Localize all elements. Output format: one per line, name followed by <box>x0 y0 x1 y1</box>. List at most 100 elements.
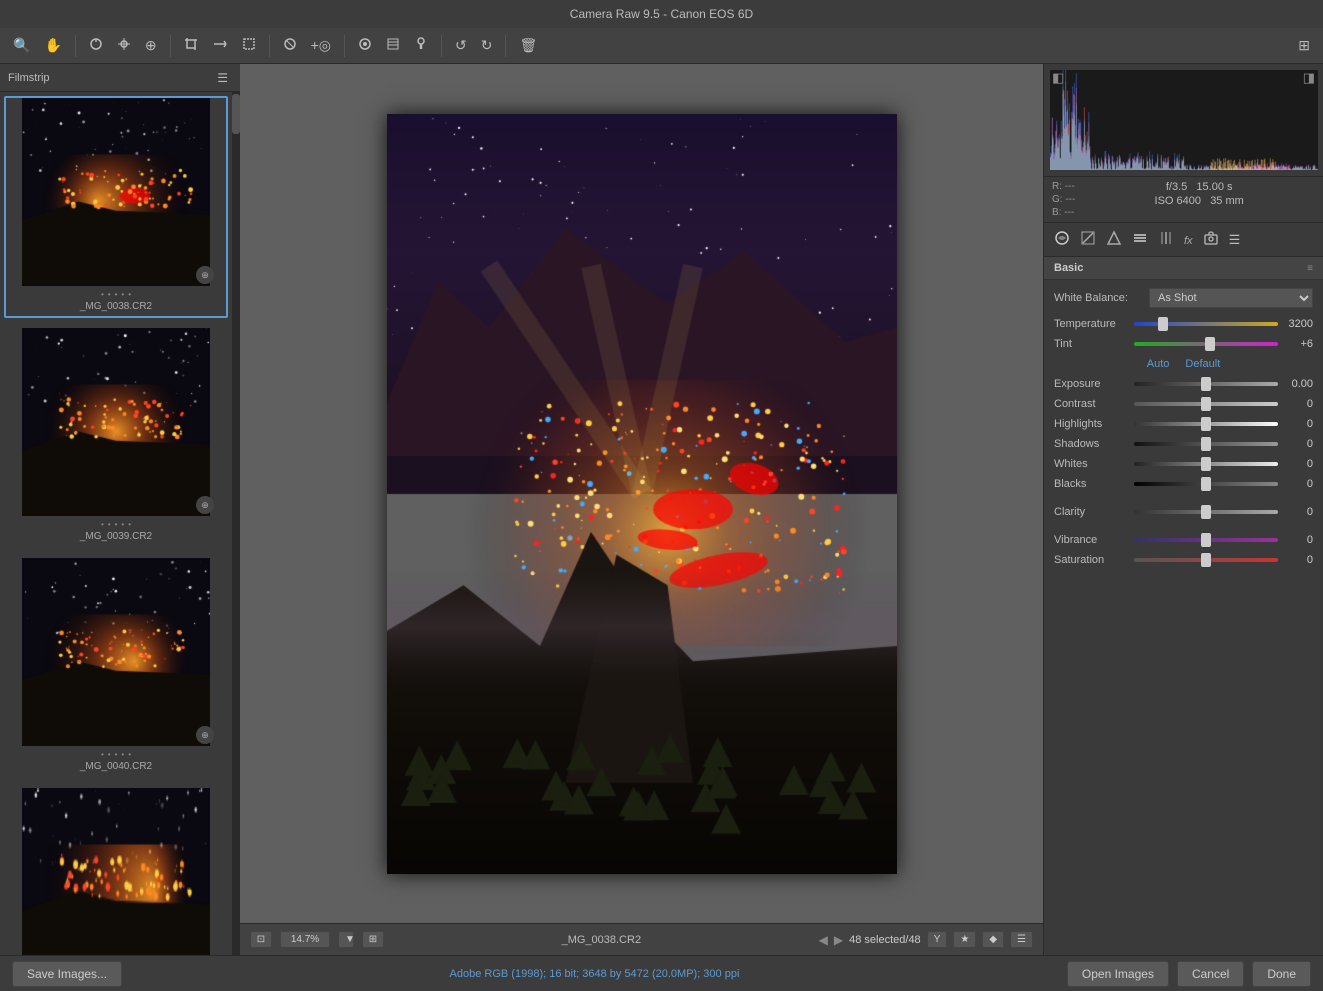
blacks-label: Blacks <box>1054 478 1134 490</box>
contrast-thumb[interactable] <box>1201 397 1211 411</box>
vibrance-thumb[interactable] <box>1201 533 1211 547</box>
shadows-row: Shadows 0 <box>1054 436 1313 452</box>
trash-tool[interactable]: 🗑 <box>514 33 542 58</box>
crop-tool[interactable] <box>179 33 203 58</box>
flag-btn[interactable]: Y <box>927 931 948 948</box>
temperature-thumb[interactable] <box>1158 317 1168 331</box>
menu-btn[interactable]: ☰ <box>1010 931 1033 948</box>
preview-btn[interactable]: ⊞ <box>1293 33 1315 58</box>
wb-select[interactable]: As Shot Auto Daylight Cloudy Shade Tungs… <box>1149 288 1313 308</box>
tab-basic[interactable] <box>1050 227 1074 252</box>
highlights-slider[interactable] <box>1134 416 1278 432</box>
next-btn[interactable]: ▶ <box>834 933 843 947</box>
redeye-tool[interactable]: +◎ <box>306 33 336 58</box>
blacks-thumb[interactable] <box>1201 477 1211 491</box>
done-btn[interactable]: Done <box>1252 961 1311 987</box>
colorsample-tool[interactable] <box>112 33 136 58</box>
highlights-label: Highlights <box>1054 418 1134 430</box>
transform-tool[interactable] <box>237 33 261 58</box>
blacks-slider[interactable] <box>1134 476 1278 492</box>
sep5 <box>441 35 442 57</box>
prev-btn[interactable]: ◀ <box>819 933 828 947</box>
sep6 <box>505 35 506 57</box>
filmstrip-scrollbar-thumb[interactable] <box>232 94 240 134</box>
main-image-container <box>387 114 897 874</box>
zoom-level-btn[interactable]: 14.7% <box>280 931 330 948</box>
vibrance-track <box>1134 538 1278 542</box>
whites-thumb[interactable] <box>1201 457 1211 471</box>
temperature-slider[interactable] <box>1134 316 1278 332</box>
contrast-value: 0 <box>1278 398 1313 410</box>
filmstrip-item-2[interactable]: • • • • • _MG_0040.CR2 ⊕ <box>4 556 228 778</box>
targetadj-tool[interactable]: ⊕ <box>140 33 162 58</box>
auto-btn[interactable]: Auto <box>1147 358 1170 370</box>
tint-thumb[interactable] <box>1205 337 1215 351</box>
tab-curve[interactable] <box>1076 227 1100 252</box>
filmstrip-scrollbar[interactable] <box>232 92 240 955</box>
brushadj-tool[interactable] <box>409 33 433 58</box>
tab-detail[interactable] <box>1102 227 1126 252</box>
whites-label: Whites <box>1054 458 1134 470</box>
zoom-dropdown-btn[interactable]: ▼ <box>338 931 354 948</box>
open-images-btn[interactable]: Open Images <box>1067 961 1169 987</box>
canvas-footer-center: _MG_0038.CR2 <box>392 934 811 946</box>
star-btn[interactable]: ★ <box>953 931 976 948</box>
filmstrip-item-0[interactable]: • • • • • _MG_0038.CR2 ⊕ <box>4 96 228 318</box>
clarity-thumb[interactable] <box>1201 505 1211 519</box>
cancel-btn[interactable]: Cancel <box>1177 961 1244 987</box>
basic-panel-title: Basic <box>1054 262 1083 274</box>
canvas-footer-right: ◀ ▶ 48 selected/48 Y ★ ◆ ☰ <box>819 931 1033 948</box>
tab-presets[interactable]: ☰ <box>1225 229 1245 251</box>
contrast-slider[interactable] <box>1134 396 1278 412</box>
iso-focal: ISO 6400 35 mm <box>1083 195 1315 207</box>
tab-split[interactable] <box>1154 227 1178 252</box>
saturation-thumb[interactable] <box>1201 553 1211 567</box>
zoom-tool[interactable]: 🔍 <box>8 33 35 58</box>
whites-slider[interactable] <box>1134 456 1278 472</box>
spotremoval-tool[interactable] <box>278 33 302 58</box>
exposure-thumb[interactable] <box>1201 377 1211 391</box>
saturation-label: Saturation <box>1054 554 1134 566</box>
tint-slider[interactable] <box>1134 336 1278 352</box>
tab-camera-cal[interactable] <box>1199 227 1223 252</box>
filmstrip-name-1: _MG_0039.CR2 <box>6 531 226 546</box>
hist-clipping-highlights-btn[interactable]: ◨ <box>1303 70 1315 86</box>
zoom-in-btn[interactable]: ⊞ <box>362 931 384 948</box>
shadows-slider[interactable] <box>1134 436 1278 452</box>
r-value: R: --- <box>1052 181 1075 192</box>
filmstrip-menu-btn[interactable]: ☰ <box>213 71 232 85</box>
clarity-slider[interactable] <box>1134 504 1278 520</box>
highlights-thumb[interactable] <box>1201 417 1211 431</box>
hist-clipping-shadows-btn[interactable]: ◧ <box>1052 70 1064 86</box>
vibrance-slider[interactable] <box>1134 532 1278 548</box>
temperature-track <box>1134 322 1278 326</box>
gradfilter-tool[interactable] <box>381 33 405 58</box>
hand-tool[interactable]: ✋ <box>39 33 66 58</box>
save-images-btn[interactable]: Save Images... <box>12 961 122 987</box>
whitebalance-tool[interactable] <box>84 33 108 58</box>
zoom-out-btn[interactable]: ⊡ <box>250 931 272 948</box>
color-btn[interactable]: ◆ <box>982 931 1004 948</box>
canvas-filename: _MG_0038.CR2 <box>562 934 642 946</box>
shadows-thumb[interactable] <box>1201 437 1211 451</box>
saturation-row: Saturation 0 <box>1054 552 1313 568</box>
saturation-slider[interactable] <box>1134 552 1278 568</box>
tint-label: Tint <box>1054 338 1134 350</box>
default-btn[interactable]: Default <box>1185 358 1220 370</box>
footer-info-link[interactable]: Adobe RGB (1998); 16 bit; 3648 by 5472 (… <box>450 968 740 980</box>
basic-collapse-btn[interactable]: ≡ <box>1307 263 1313 274</box>
canvas-scroll[interactable] <box>240 64 1043 923</box>
filmstrip-badge-1: ⊕ <box>196 496 214 514</box>
exposure-slider[interactable] <box>1134 376 1278 392</box>
canvas-area: ⊡ 14.7% ▼ ⊞ _MG_0038.CR2 ◀ ▶ 48 selected… <box>240 64 1043 955</box>
filmstrip-item-1[interactable]: • • • • • _MG_0039.CR2 ⊕ <box>4 326 228 548</box>
tab-hsl[interactable] <box>1128 227 1152 252</box>
radialfilter-tool[interactable] <box>353 33 377 58</box>
rotate-cw-tool[interactable]: ↻ <box>476 33 498 58</box>
tab-effects[interactable]: fx <box>1180 229 1197 250</box>
straighten-tool[interactable] <box>207 33 233 58</box>
filmstrip-item-3[interactable] <box>4 786 228 955</box>
rotate-ccw-tool[interactable]: ↺ <box>450 33 472 58</box>
clarity-row: Clarity 0 <box>1054 504 1313 520</box>
filmstrip-scroll[interactable]: • • • • • _MG_0038.CR2 ⊕ • <box>0 92 232 955</box>
